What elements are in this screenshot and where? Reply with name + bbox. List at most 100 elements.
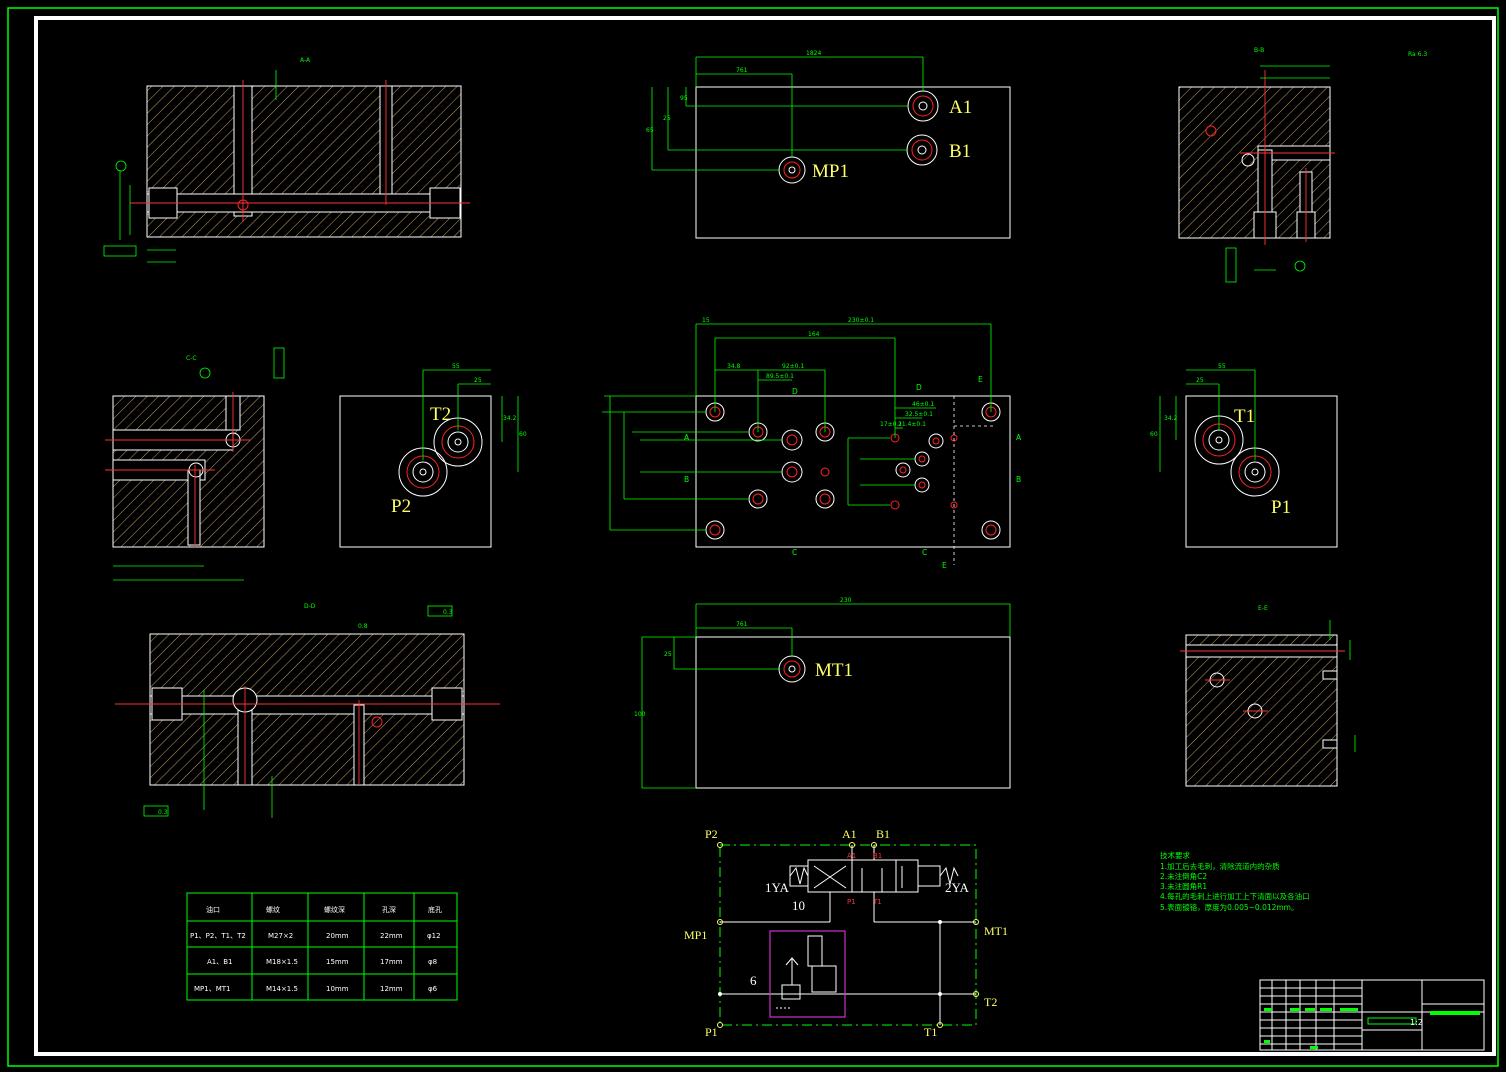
port-label-a1: A1 [842,827,857,841]
marker-c-right: C [922,548,927,557]
table-row-1: A1、B1 [207,958,233,966]
table-header-thread: 螺纹 [266,905,280,914]
hole-a1 [907,90,939,122]
marker-a-left: A [684,433,690,442]
dim-main-46: 46±0.1 [912,401,934,408]
dim-a1b1-25: 25 [663,115,671,122]
section-ee-view: E-E [1180,605,1356,787]
dim-a1b1-95: 95 [680,95,688,102]
dim-mt1-761: 761 [736,621,748,628]
tech-req-line-2: 2.未注倒角C2 [1160,871,1207,881]
table-cell: M14×1.5 [266,985,298,993]
dim-a1b1-761: 761 [736,67,748,74]
hole-b1 [906,134,938,166]
dim-t2p2-55: 55 [452,363,460,370]
tech-req-line-1: 1.加工后去毛刺，清除流道内的杂质 [1160,861,1280,871]
tech-req-line-5: 5.表面镀铬，厚度为0.005~0.012mm。 [1160,902,1299,912]
view-main-face: 230±0.1 15 164 34.8 92±0.1 89.5±0.1 46±0… [602,317,1022,570]
table-cell: M27×2 [268,932,293,940]
port-label-mp1: MP1 [684,928,707,942]
main-face-holes [705,402,1001,540]
cad-drawing-canvas: A-A C-C D-D 0.3 0.3 0.8 A1 B1 MP1 1824 7… [7,7,1499,1067]
table-cell: φ8 [428,958,437,966]
dim-t2p2-342: 34.2 [503,415,517,422]
table-header-pilot-hole: 底孔 [428,905,442,914]
hydraulic-schematic: P2 A1 B1 MP1 MT1 P1 T1 T2 1YA 2YA A1 B1 … [684,827,1008,1039]
dim-main-92: 92±0.1 [782,363,804,370]
table-cell: 22mm [380,932,403,940]
marker-e-top: E [978,375,983,384]
port-label-mt1: MT1 [984,924,1008,938]
dim-t1p1-342: 34.2 [1164,415,1178,422]
marker-d-top: D [916,383,922,392]
title-block: 1:2 [1259,979,1485,1051]
table-cell: 17mm [380,958,403,966]
table-cell: φ12 [427,932,441,940]
port-label-p1: P1 [705,1025,718,1039]
roughness-mark-dd: 0.8 [358,623,368,630]
valve-port-t: T1 [872,898,882,906]
dim-main-325: 32.5±0.1 [905,411,933,418]
dim-main-895: 89.5±0.1 [766,373,794,380]
tech-req-line-3: 3.未注圆角R1 [1160,881,1207,891]
dim-main-17: 17±0.1 [880,421,902,428]
valve-port-b: B1 [873,852,882,860]
component-label-6: 6 [750,973,757,988]
hole-mp1 [778,156,806,184]
marker-a-right: A [1016,433,1022,442]
view-t2-p2: T2 P2 55 25 34.2 60 [339,363,527,548]
hole-label-p2: P2 [391,496,411,517]
section-cc-view: C-C [105,347,285,581]
port-table: 油口 螺纹 螺纹深 孔深 底孔 P1、P2、T1、T2 M27×2 20mm 2… [186,892,458,1001]
title-block-scale: 1:2 [1410,1018,1423,1027]
port-label-b1: B1 [876,827,890,841]
table-cell: 20mm [326,932,349,940]
section-ee-label: E-E [1258,605,1268,612]
view-t1-p1: T1 P1 55 25 34.2 60 [1150,363,1338,548]
tech-req-title: 技术要求 [1160,850,1190,860]
view-a1b1-mp1: A1 B1 MP1 1824 761 95 25 65 [646,50,1011,239]
valve-port-a: A1 [847,852,856,860]
section-dd-view: D-D 0.3 0.3 0.8 [115,603,500,818]
dim-t1p1-55: 55 [1218,363,1226,370]
dim-t1p1-60: 60 [1150,431,1158,438]
section-bb-label: B-B [1254,47,1264,54]
hole-label-a1: A1 [949,97,972,118]
table-cell: M18×1.5 [266,958,298,966]
table-cell: 15mm [326,958,349,966]
dim-mt1-230: 230 [840,597,852,604]
dim-main-230: 230±0.1 [848,317,874,324]
dim-main-348: 34.8 [727,363,741,370]
hole-mt1 [778,655,806,683]
hole-label-b1: B1 [949,141,971,162]
table-row-2: MP1、MT1 [194,985,230,993]
hole-label-mt1: MT1 [815,660,853,681]
port-nodes [717,842,979,1028]
solenoid-label-2ya: 2YA [945,880,969,895]
dim-main-15: 15 [702,317,710,324]
port-label-t1: T1 [924,1025,937,1039]
section-aa-body [146,85,462,238]
flatness-mark-dd-top: 0.3 [443,609,453,616]
marker-b-right: B [1016,475,1021,484]
roughness-mark-global: Ra 6.3 [1408,51,1427,58]
marker-d-bottom: D [792,387,798,396]
component-label-10: 10 [792,898,805,913]
hole-label-t1: T1 [1234,406,1255,427]
port-label-t2: T2 [984,995,997,1009]
table-cell: φ6 [428,985,438,993]
tech-req-line-4: 4.每孔的毛刺上进行加工上下清面以及各油口 [1160,891,1310,901]
view-mt1: MT1 230 761 25 100 [634,597,1011,789]
flatness-mark-dd-bottom: 0.3 [158,809,168,816]
solenoid-label-1ya: 1YA [765,880,789,895]
hole-label-t2: T2 [430,404,451,425]
section-aa-label: A-A [300,57,311,64]
table-header-hole-depth: 孔深 [382,905,396,914]
marker-c-left: C [792,548,797,557]
table-header-thread-depth: 螺纹深 [324,905,345,914]
table-header-port: 油口 [206,905,220,914]
dim-mt1-25: 25 [664,651,672,658]
dim-mt1-100: 100 [634,711,646,718]
hole-label-p1: P1 [1271,497,1291,518]
section-aa-view: A-A [103,57,470,263]
